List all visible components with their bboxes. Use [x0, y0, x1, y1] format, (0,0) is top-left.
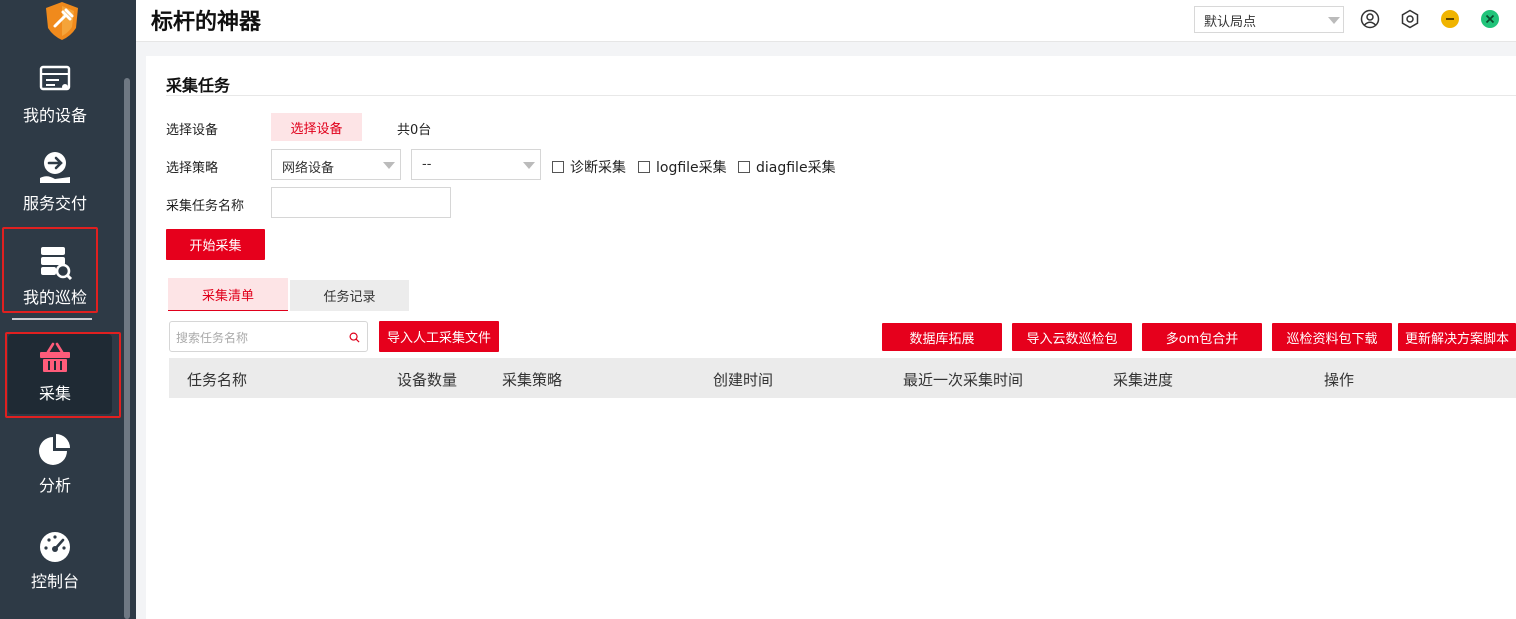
- tab-task-records[interactable]: 任务记录: [290, 280, 409, 311]
- strategy-select[interactable]: 网络设备: [271, 149, 401, 180]
- start-collect-button[interactable]: 开始采集: [166, 229, 265, 260]
- sidebar-item-analysis[interactable]: 分析: [0, 432, 110, 496]
- import-cloud-package-button[interactable]: 导入云数巡检包: [1012, 323, 1132, 351]
- column-header-created-time: 创建时间: [713, 371, 774, 389]
- collect-task-panel: 采集任务 选择设备 选择设备 共0台 选择策略 网络设备 -- 诊断采集 log…: [146, 56, 1516, 619]
- checkbox-label: diagfile采集: [756, 160, 836, 176]
- table-header: 任务名称 设备数量 采集策略 创建时间 最近一次采集时间 采集进度 操作: [169, 358, 1516, 398]
- divider: [166, 95, 1516, 96]
- sidebar: 我的设备 服务交付 我的巡检 采集 分析 控制台: [0, 0, 136, 619]
- checkbox-label: logfile采集: [656, 160, 727, 176]
- chevron-down-icon: [1328, 17, 1340, 24]
- strategy-label: 选择策略: [166, 161, 219, 176]
- site-select-value: 默认局点: [1204, 15, 1257, 30]
- minimize-icon[interactable]: [1440, 9, 1460, 29]
- sidebar-item-label: 我的巡检: [22, 288, 87, 307]
- checkbox-box[interactable]: [552, 161, 564, 173]
- checkbox-label: 诊断采集: [570, 160, 626, 176]
- column-header-actions: 操作: [1324, 371, 1355, 389]
- column-header-task-name: 任务名称: [187, 371, 248, 389]
- download-inspection-package-button[interactable]: 巡检资料包下载: [1272, 323, 1392, 351]
- strategy-sub-select-value: --: [422, 157, 432, 172]
- inspection-icon: [41, 247, 73, 280]
- column-header-device-count: 设备数量: [397, 371, 458, 389]
- close-icon[interactable]: [1480, 9, 1500, 29]
- search-placeholder: 搜索任务名称: [176, 331, 249, 345]
- checkbox-box[interactable]: [738, 161, 750, 173]
- device-count: 共0台: [397, 123, 432, 138]
- collect-basket-icon: [40, 342, 70, 372]
- sidebar-scrollbar[interactable]: [124, 78, 130, 619]
- sidebar-item-label: 服务交付: [22, 194, 87, 213]
- task-name-input[interactable]: [271, 187, 451, 218]
- settings-icon[interactable]: [1400, 9, 1420, 29]
- database-extend-button[interactable]: 数据库拓展: [882, 323, 1002, 351]
- site-select[interactable]: 默认局点: [1194, 6, 1344, 33]
- sidebar-item-my-inspection[interactable]: 我的巡检: [0, 244, 110, 308]
- panel-title: 采集任务: [166, 76, 231, 95]
- checkbox-logfile[interactable]: logfile采集: [638, 157, 727, 177]
- sidebar-item-label: 分析: [38, 476, 71, 495]
- search-input[interactable]: 搜索任务名称: [169, 321, 368, 352]
- sidebar-item-label: 控制台: [30, 572, 79, 591]
- user-icon[interactable]: [1360, 9, 1380, 29]
- app-title: 标杆的神器: [151, 10, 262, 35]
- task-name-label: 采集任务名称: [166, 199, 245, 214]
- select-device-label: 选择设备: [166, 123, 219, 138]
- top-header: 标杆的神器 默认局点: [136, 0, 1516, 42]
- sidebar-separator: [12, 318, 92, 320]
- dashboard-gauge-icon: [40, 532, 70, 562]
- sidebar-item-label: 我的设备: [22, 106, 87, 125]
- pie-chart-icon: [39, 434, 70, 465]
- strategy-sub-select[interactable]: --: [411, 149, 541, 180]
- sidebar-item-service-delivery[interactable]: 服务交付: [0, 150, 110, 214]
- sidebar-item-my-devices[interactable]: 我的设备: [0, 62, 110, 126]
- app-logo-icon: [46, 2, 78, 40]
- sidebar-item-label: 采集: [38, 384, 71, 403]
- checkbox-diagnose[interactable]: 诊断采集: [552, 157, 626, 177]
- search-icon[interactable]: [349, 332, 360, 343]
- column-header-strategy: 采集策略: [502, 371, 563, 389]
- import-manual-file-button[interactable]: 导入人工采集文件: [379, 321, 499, 352]
- select-device-button[interactable]: 选择设备: [271, 113, 362, 141]
- chevron-down-icon: [383, 162, 395, 169]
- tab-collect-list[interactable]: 采集清单: [168, 278, 288, 311]
- device-list-icon: [39, 65, 71, 91]
- column-header-last-collect-time: 最近一次采集时间: [903, 371, 1024, 389]
- merge-om-package-button[interactable]: 多om包合并: [1142, 323, 1262, 351]
- checkbox-box[interactable]: [638, 161, 650, 173]
- checkbox-diagfile[interactable]: diagfile采集: [738, 157, 836, 177]
- column-header-progress: 采集进度: [1113, 371, 1174, 389]
- sidebar-item-console[interactable]: 控制台: [0, 528, 110, 592]
- chevron-down-icon: [523, 162, 535, 169]
- strategy-select-value: 网络设备: [282, 161, 335, 176]
- update-solution-script-button[interactable]: 更新解决方案脚本: [1398, 323, 1516, 351]
- service-delivery-icon: [40, 152, 70, 183]
- sidebar-item-collect[interactable]: 采集: [0, 340, 110, 404]
